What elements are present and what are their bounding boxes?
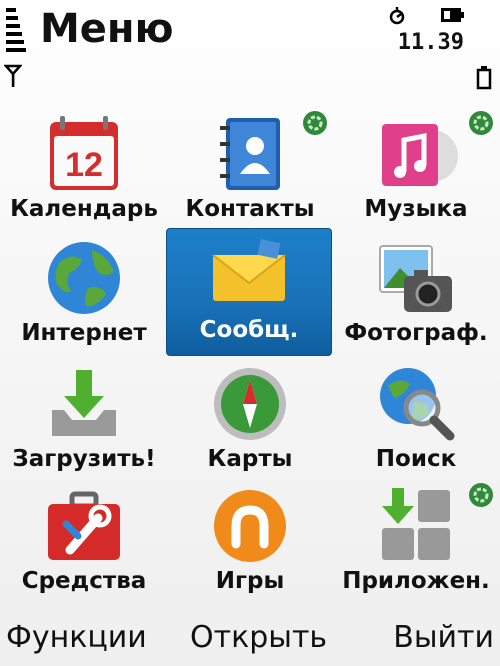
svg-text:12: 12 [65,146,103,184]
photo-camera-icon [379,245,452,312]
menu-item-photos[interactable]: Фотограф. [334,232,498,356]
menu-item-maps[interactable]: Карты [168,358,332,482]
music-icon [382,124,458,186]
apps-icon [382,488,450,560]
menu-item-label: Фотограф. [344,320,488,346]
games-icon [214,490,286,562]
menu-item-search[interactable]: Поиск [334,358,498,482]
menu-item-label: Карты [207,446,293,472]
globe-icon [48,242,120,314]
clock: 11.39 [397,30,464,55]
menu-item-messages[interactable]: Сообщ. [166,228,332,356]
softkey-bar: Функции Открыть Выйти [0,616,500,666]
feature-badge-icon [469,483,493,507]
menu-item-label: Контакты [185,196,315,222]
toolbox-icon [48,491,120,560]
calendar-icon: 12 [50,116,118,190]
menu-item-label: Поиск [375,446,457,472]
options-softkey[interactable]: Функции [6,620,147,655]
compass-icon [214,368,286,440]
menu-item-games[interactable]: Игры [168,480,332,604]
exit-softkey[interactable]: Выйти [393,620,494,655]
app-grid: 12 Календарь Контакты Музыка Интернет Со… [0,108,500,608]
envelope-icon [212,239,286,301]
menu-item-internet[interactable]: Интернет [2,232,166,356]
menu-item-label: Средства [21,568,147,594]
antenna-icon [4,64,22,87]
feature-badge-icon [303,111,327,135]
menu-item-calendar[interactable]: 12 Календарь [2,108,166,232]
contacts-icon [220,118,280,190]
menu-item-label: Приложен. [342,568,490,594]
menu-item-label: Музыка [364,196,468,222]
menu-item-music[interactable]: Музыка [334,108,498,232]
menu-item-label: Игры [215,568,285,594]
menu-item-applications[interactable]: Приложен. [334,480,498,604]
menu-item-label: Загрузить! [12,446,156,472]
menu-item-label: Календарь [10,196,158,222]
open-softkey[interactable]: Открыть [190,620,327,655]
menu-item-download[interactable]: Загрузить! [2,358,166,482]
feature-badge-icon [469,111,493,135]
page-title: Меню [40,6,174,52]
battery-level-icon [476,66,492,90]
download-icon [52,370,116,436]
battery-icon [441,8,464,22]
status-bar: Меню 11.39 [0,0,500,95]
menu-item-label: Интернет [21,320,147,346]
menu-item-label: Сообщ. [199,317,299,343]
menu-item-contacts[interactable]: Контакты [168,108,332,232]
menu-item-tools[interactable]: Средства [2,480,166,604]
search-icon [380,368,455,441]
alarm-icon [389,7,405,25]
